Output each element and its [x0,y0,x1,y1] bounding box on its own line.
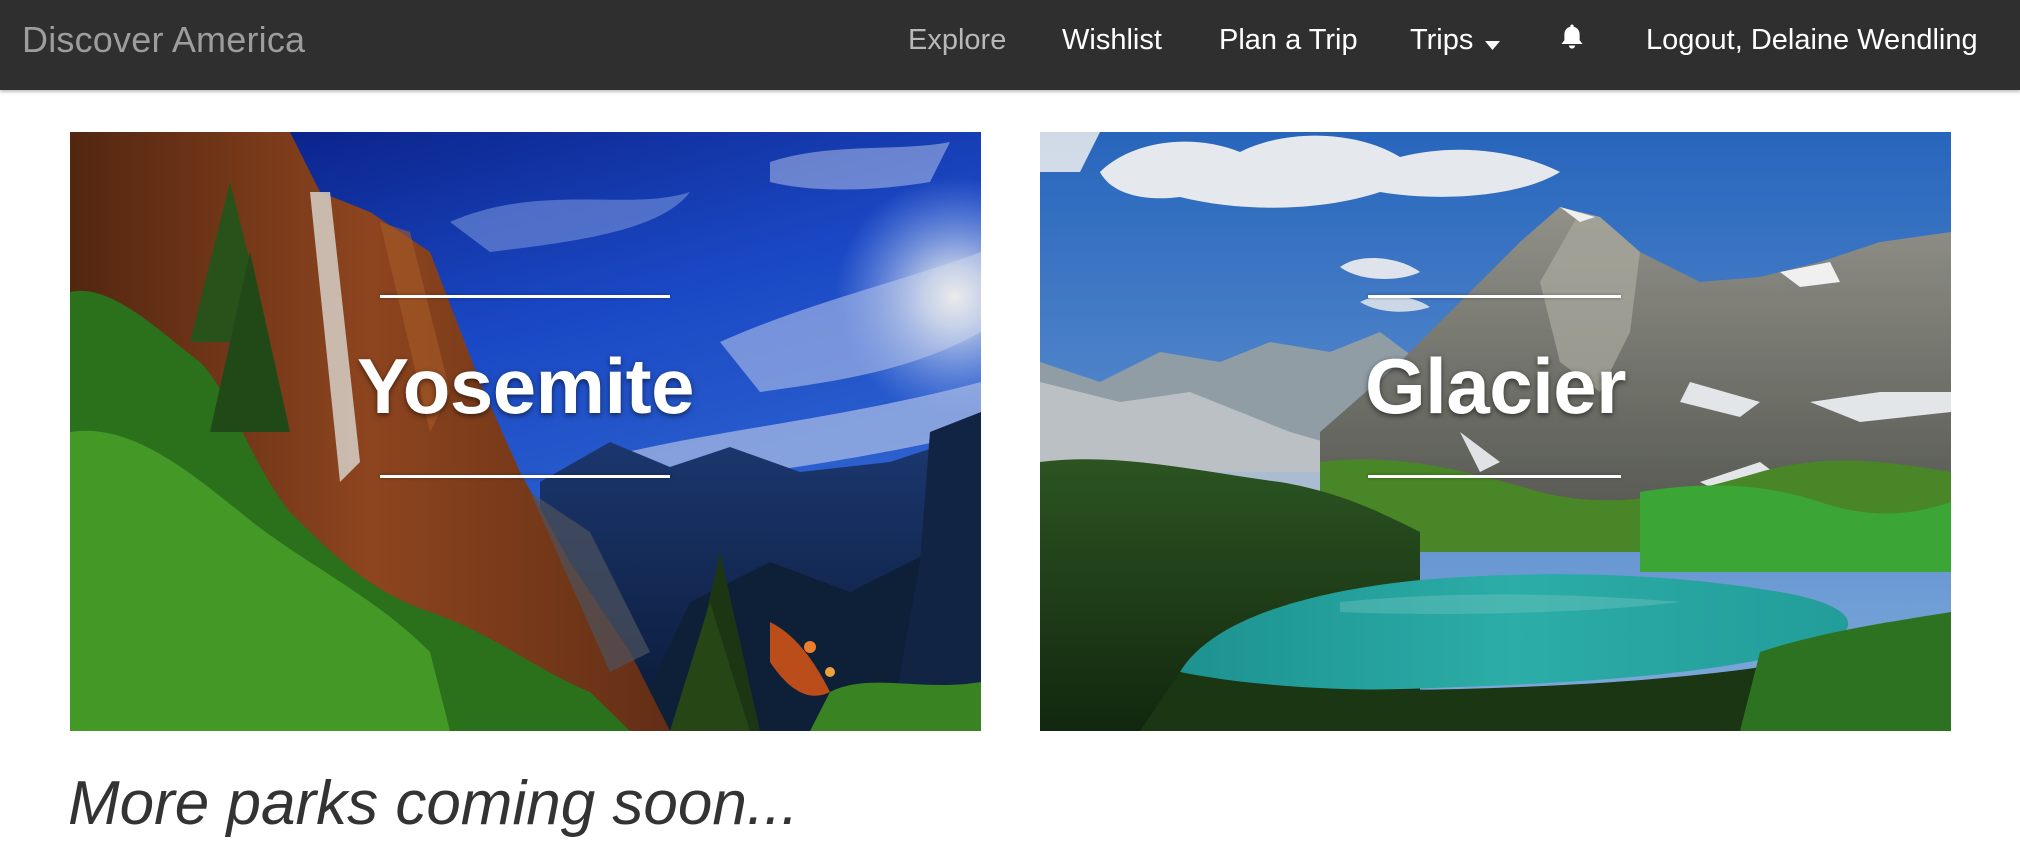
park-card-glacier[interactable]: Glacier [1040,132,1951,731]
title-rule-bottom [380,475,670,478]
nav-wishlist[interactable]: Wishlist [1062,0,1162,80]
nav-trips-dropdown[interactable]: Trips [1410,0,1501,81]
nav-explore[interactable]: Explore [908,0,1006,80]
nav-plan-a-trip[interactable]: Plan a Trip [1219,0,1358,80]
title-rule-bottom [1368,475,1621,478]
title-rule-top [380,295,670,298]
notifications-button[interactable] [1557,0,1587,80]
brand-link[interactable]: Discover America [22,0,305,80]
coming-soon-heading: More parks coming soon... [68,769,799,838]
title-rule-top [1368,295,1621,298]
park-card-yosemite[interactable]: Yosemite [70,132,981,731]
logout-link[interactable]: Logout, Delaine Wendling [1646,0,1978,80]
nav-trips-label: Trips [1410,24,1474,56]
park-title: Glacier [1364,342,1627,430]
top-navbar: Discover America Explore Wishlist Plan a… [0,0,2020,90]
caret-down-icon [1485,1,1501,81]
park-title: Yosemite [356,342,695,430]
